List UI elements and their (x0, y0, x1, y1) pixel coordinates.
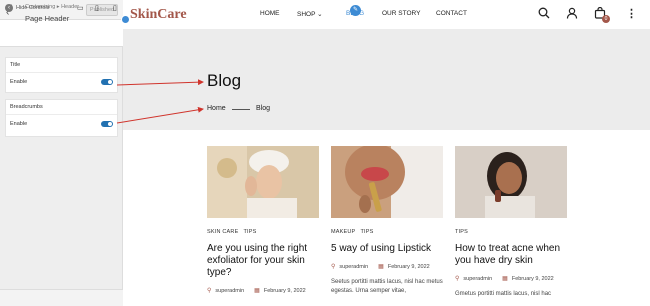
post-tags: TIPS (455, 229, 567, 235)
post-tag[interactable]: MAKEUP (331, 229, 355, 235)
post-date: February 9, 2022 (511, 275, 554, 282)
post-thumbnail[interactable] (331, 146, 443, 218)
post-title[interactable]: 5 way of using Lipstick (331, 243, 443, 255)
post-title[interactable]: How to treat acne when you have dry skin (455, 243, 567, 267)
author-icon: ⚲ (207, 288, 212, 294)
post-meta: ⚲ superadmin ▦ February 9, 2022 (207, 287, 319, 295)
calendar-icon: ▦ (502, 276, 508, 282)
post-excerpt: Gmetus portitti mattis lacus, nisl hac (455, 291, 552, 297)
calendar-icon: ▦ (254, 288, 260, 294)
calendar-icon: ▦ (378, 264, 384, 270)
post-card[interactable]: TIPS How to treat acne when you have dry… (455, 146, 567, 299)
post-meta: ⚲ superadmin ▦ February 9, 2022 (331, 263, 443, 271)
author-icon: ⚲ (331, 264, 336, 270)
title-arrow (116, 79, 204, 86)
post-author[interactable]: superadmin (339, 264, 368, 270)
post-excerpt: Seetus portitti mattis lacus, nisl hac m… (331, 279, 443, 294)
post-card[interactable]: SKIN CARE TIPS Are you using the right ex… (207, 146, 319, 294)
post-author[interactable]: superadmin (463, 276, 492, 282)
post-tag[interactable]: SKIN CARE (207, 229, 238, 235)
post-tag[interactable]: TIPS (243, 229, 256, 235)
post-meta: ⚲ superadmin ▦ February 9, 2022 (455, 275, 567, 283)
post-tag[interactable]: TIPS (455, 229, 468, 235)
post-author[interactable]: superadmin (215, 288, 244, 294)
post-tags: MAKEUP TIPS (331, 229, 443, 235)
post-date: February 9, 2022 (387, 263, 430, 270)
author-icon: ⚲ (455, 276, 460, 282)
breadcrumbs-arrow (116, 106, 204, 124)
post-title[interactable]: Are you using the right exfoliator for y… (207, 243, 319, 279)
post-tag[interactable]: TIPS (360, 229, 373, 235)
post-thumbnail[interactable] (207, 146, 319, 218)
post-tags: SKIN CARE TIPS (207, 229, 319, 235)
post-card[interactable]: MAKEUP TIPS 5 way of using Lipstick ⚲ sup… (331, 146, 443, 296)
post-date: February 9, 2022 (263, 287, 306, 294)
post-thumbnail[interactable] (455, 146, 567, 218)
